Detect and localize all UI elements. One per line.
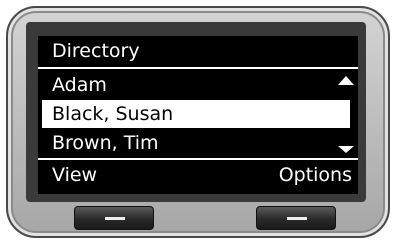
list-item-label: Brown, Tim — [52, 132, 159, 154]
dash-icon — [287, 217, 307, 220]
softkey-view-label: View — [52, 164, 98, 186]
list-item-brown-tim[interactable]: Brown, Tim — [42, 129, 350, 157]
dash-icon — [105, 217, 125, 220]
softkey-options-label: Options — [278, 164, 352, 186]
title-bar: Directory — [38, 36, 358, 68]
right-softkey-button[interactable] — [256, 206, 336, 230]
list-item-label: Adam — [52, 74, 107, 96]
list-item-adam[interactable]: Adam — [42, 71, 350, 99]
page-title: Directory — [52, 40, 140, 62]
list-item-label: Black, Susan — [52, 103, 174, 125]
softkey-separator — [38, 158, 358, 160]
left-softkey-button[interactable] — [74, 206, 154, 230]
scroll-up-icon — [338, 76, 354, 85]
list-item-black-susan[interactable]: Black, Susan — [42, 100, 350, 128]
directory-list: Adam Black, Susan Brown, Tim — [38, 69, 358, 158]
display-screen: Directory Adam Black, Susan Brown, Tim V… — [38, 36, 358, 194]
scroll-down-icon — [338, 146, 354, 153]
